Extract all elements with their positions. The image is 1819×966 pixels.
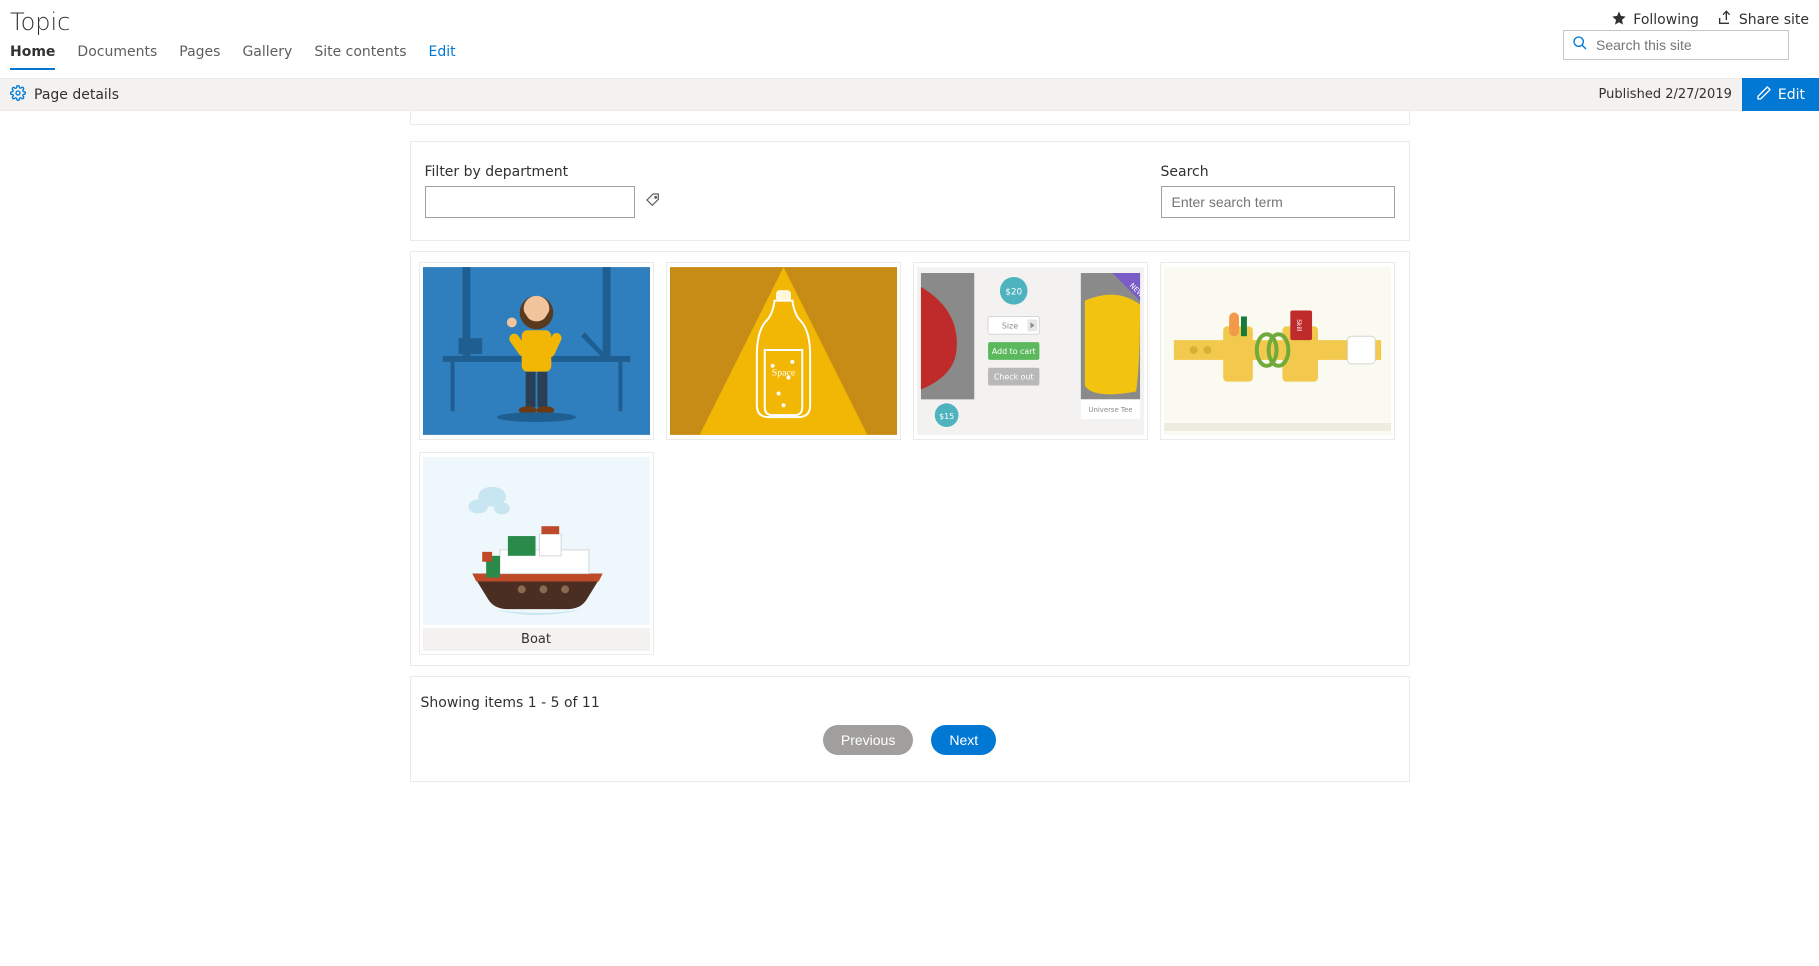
gallery-tile[interactable]: $15 $20 Size Add to cart Check out [913, 262, 1148, 440]
page-details-button[interactable]: Page details [10, 85, 119, 105]
nav-home[interactable]: Home [10, 44, 55, 70]
svg-text:Size: Size [1001, 321, 1017, 330]
site-search[interactable] [1563, 30, 1789, 60]
following-label: Following [1633, 12, 1699, 28]
svg-text:$15: $15 [939, 412, 954, 421]
nav-gallery[interactable]: Gallery [242, 44, 292, 70]
tile-caption: Boat [423, 628, 650, 651]
previous-button[interactable]: Previous [823, 725, 913, 755]
site-search-input[interactable] [1596, 37, 1780, 53]
site-title: Topic [10, 8, 1611, 36]
share-icon [1717, 10, 1733, 30]
illustration-ecommerce: $15 $20 Size Add to cart Check out [917, 266, 1144, 436]
clear-filter-button[interactable] [645, 192, 661, 212]
nav-edit[interactable]: Edit [429, 44, 456, 70]
nav-pages[interactable]: Pages [179, 44, 220, 70]
pager-panel: Showing items 1 - 5 of 11 Previous Next [410, 676, 1410, 782]
svg-text:Universe Tee: Universe Tee [1088, 406, 1132, 414]
gallery-tile[interactable] [419, 262, 654, 440]
gallery-tile[interactable]: Space [666, 262, 901, 440]
command-bar: Page details Published 2/27/2019 Edit [0, 78, 1819, 111]
filter-panel: Filter by department Search [410, 141, 1410, 241]
next-button[interactable]: Next [931, 725, 996, 755]
following-button[interactable]: Following [1611, 10, 1699, 30]
illustration-soda-bottle: Space [670, 266, 897, 436]
gallery-search-input[interactable] [1161, 186, 1395, 218]
pencil-icon [1756, 85, 1772, 105]
top-nav: Home Documents Pages Gallery Site conten… [10, 38, 1611, 70]
search-label: Search [1161, 164, 1395, 180]
svg-text:Skill: Skill [1295, 319, 1301, 331]
star-filled-icon [1611, 10, 1627, 30]
gallery-grid: Space $15 [410, 251, 1410, 666]
illustration-boat [423, 456, 650, 626]
filter-department-label: Filter by department [425, 164, 661, 180]
edit-page-button[interactable]: Edit [1742, 78, 1819, 111]
share-site-button[interactable]: Share site [1717, 10, 1809, 30]
search-icon [1572, 35, 1588, 55]
svg-text:Space: Space [771, 368, 795, 379]
edit-page-label: Edit [1778, 87, 1805, 103]
nav-site-contents[interactable]: Site contents [314, 44, 406, 70]
share-site-label: Share site [1739, 12, 1809, 28]
illustration-utility-belt: Skill [1164, 266, 1391, 436]
nav-documents[interactable]: Documents [77, 44, 157, 70]
page-details-label: Page details [34, 87, 119, 103]
svg-text:$20: $20 [1005, 288, 1022, 298]
illustration-man-office [423, 266, 650, 436]
tag-icon [645, 196, 661, 212]
svg-text:Check out: Check out [993, 373, 1033, 382]
pager-status: Showing items 1 - 5 of 11 [421, 695, 1399, 711]
svg-text:Add to cart: Add to cart [991, 347, 1035, 356]
gallery-tile[interactable]: Skill [1160, 262, 1395, 440]
gallery-tile[interactable]: Boat [419, 452, 654, 655]
webpart-placeholder [410, 111, 1410, 125]
published-text: Published 2/27/2019 [1598, 87, 1731, 102]
department-tag-input[interactable] [425, 186, 635, 218]
gear-icon [10, 85, 26, 105]
